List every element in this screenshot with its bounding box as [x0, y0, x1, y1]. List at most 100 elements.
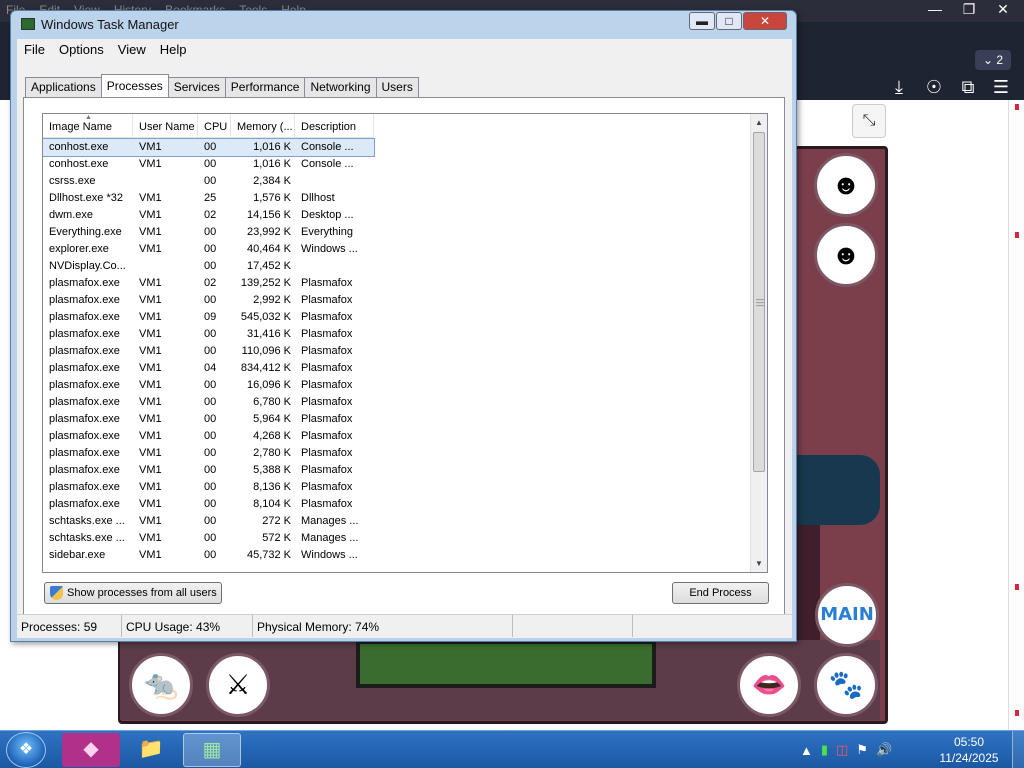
- column-header-memory[interactable]: Memory (...: [231, 114, 295, 138]
- browser-close-button[interactable]: ✕: [986, 0, 1020, 20]
- tab-services[interactable]: Services: [167, 77, 226, 97]
- browser-restore-button[interactable]: ❐: [952, 0, 986, 20]
- table-row[interactable]: plasmafox.exe VM1 02 139,252 K Plasmafox: [43, 275, 755, 292]
- network-icon[interactable]: ◫: [836, 742, 848, 758]
- table-row[interactable]: sidebar.exe VM1 00 45,732 K Windows ...: [43, 547, 755, 564]
- table-row[interactable]: conhost.exe VM1 00 1,016 K Console ...: [43, 138, 375, 157]
- process-description: Plasmafox: [301, 498, 353, 510]
- exit-fullscreen-icon[interactable]: ⤡: [852, 104, 886, 138]
- table-row[interactable]: plasmafox.exe VM1 00 2,992 K Plasmafox: [43, 292, 755, 309]
- scroll-up-arrow-icon[interactable]: ▲: [751, 114, 767, 131]
- table-row[interactable]: schtasks.exe ... VM1 00 272 K Manages ...: [43, 513, 755, 530]
- table-row[interactable]: NVDisplay.Co... 00 17,452 K: [43, 258, 755, 275]
- scroll-down-arrow-icon[interactable]: ▼: [751, 555, 767, 572]
- clock[interactable]: 05:50 11/24/2025: [934, 734, 1004, 766]
- tab-processes[interactable]: Processes: [100, 74, 169, 97]
- menu-options[interactable]: Options: [52, 39, 111, 61]
- download-icon[interactable]: ⤓: [888, 76, 910, 98]
- status-physical-memory: Physical Memory: 74%: [253, 615, 513, 637]
- table-row[interactable]: Everything.exe VM1 00 23,992 K Everything: [43, 224, 755, 241]
- table-row[interactable]: Dllhost.exe *32 VM1 25 1,576 K Dllhost: [43, 190, 755, 207]
- clock-time: 05:50: [953, 735, 985, 749]
- table-row[interactable]: csrss.exe 00 2,384 K: [43, 173, 755, 190]
- tab-list-button[interactable]: ⌄ 2: [975, 50, 1011, 70]
- close-button[interactable]: ✕: [743, 12, 787, 30]
- browser-minimize-button[interactable]: —: [918, 0, 952, 20]
- table-row[interactable]: plasmafox.exe VM1 04 834,412 K Plasmafox: [43, 360, 755, 377]
- table-row[interactable]: plasmafox.exe VM1 00 4,268 K Plasmafox: [43, 428, 755, 445]
- end-process-button[interactable]: End Process: [672, 582, 769, 604]
- extensions-icon[interactable]: ⧉: [957, 76, 979, 98]
- table-row[interactable]: plasmafox.exe VM1 00 31,416 K Plasmafox: [43, 326, 755, 343]
- process-cpu: 00: [204, 294, 217, 306]
- menu-icon[interactable]: ☰: [990, 76, 1012, 98]
- process-cpu: 00: [204, 328, 217, 340]
- explorer-folder-icon[interactable]: 📁: [122, 733, 180, 767]
- show-desktop-button[interactable]: [1012, 731, 1024, 768]
- homer-relax-icon[interactable]: ☻: [814, 223, 878, 287]
- process-description: Desktop ...: [301, 209, 354, 221]
- scroll-marker: [1015, 232, 1019, 238]
- table-row[interactable]: schtasks.exe ... VM1 00 572 K Manages ...: [43, 530, 755, 547]
- table-row[interactable]: plasmafox.exe VM1 00 6,780 K Plasmafox: [43, 394, 755, 411]
- tab-users[interactable]: Users: [375, 77, 419, 97]
- paw-icon[interactable]: 🐾: [814, 653, 878, 717]
- action-center-icon[interactable]: ⚑: [856, 742, 868, 758]
- scrollbar-thumb[interactable]: — — —: [753, 132, 765, 472]
- table-row[interactable]: dwm.exe VM1 02 14,156 K Desktop ...: [43, 207, 755, 224]
- show-hidden-icons-icon[interactable]: ▲: [800, 743, 813, 758]
- menu-help[interactable]: Help: [153, 39, 194, 61]
- process-memory: 139,252 K: [240, 277, 291, 289]
- maximize-button[interactable]: □: [716, 12, 742, 30]
- tab-performance[interactable]: Performance: [224, 77, 306, 97]
- task-manager-titlebar[interactable]: Windows Task Manager ▬ □ ✕: [11, 11, 796, 39]
- column-header-user-name[interactable]: User Name: [133, 114, 198, 138]
- table-row[interactable]: plasmafox.exe VM1 00 5,964 K Plasmafox: [43, 411, 755, 428]
- column-header-description[interactable]: Description: [295, 114, 374, 138]
- table-row[interactable]: plasmafox.exe VM1 00 5,388 K Plasmafox: [43, 462, 755, 479]
- process-cpu: 00: [204, 498, 217, 510]
- menu-view[interactable]: View: [111, 39, 153, 61]
- main-menu-button[interactable]: MAIN: [815, 583, 879, 647]
- show-all-processes-button[interactable]: Show processes from all users: [44, 582, 222, 604]
- process-cpu: 00: [204, 413, 217, 425]
- process-image-name: sidebar.exe: [49, 549, 106, 561]
- column-header-cpu[interactable]: CPU: [198, 114, 231, 138]
- task-manager-icon[interactable]: ▦: [183, 733, 241, 767]
- process-user-name: [133, 258, 198, 275]
- process-user-name: VM1: [139, 430, 162, 442]
- column-header-image-name[interactable]: ▲ Image Name: [43, 114, 133, 138]
- table-row[interactable]: conhost.exe VM1 00 1,016 K Console ...: [43, 156, 755, 173]
- process-user-name: VM1: [139, 532, 162, 544]
- table-row[interactable]: plasmafox.exe VM1 00 110,096 K Plasmafox: [43, 343, 755, 360]
- process-cpu: 02: [204, 277, 217, 289]
- homer-cheer-icon[interactable]: ☻: [814, 153, 878, 217]
- table-row[interactable]: plasmafox.exe VM1 00 16,096 K Plasmafox: [43, 377, 755, 394]
- table-row[interactable]: plasmafox.exe VM1 00 8,104 K Plasmafox: [43, 496, 755, 513]
- crossed-swords-icon[interactable]: ⚔: [206, 653, 270, 717]
- process-description: Windows ...: [301, 243, 358, 255]
- process-list[interactable]: ▲ Image Name User Name CPU Memory (... D…: [42, 113, 768, 573]
- page-scrollbar[interactable]: [1008, 100, 1024, 730]
- rat-icon[interactable]: 🐀: [129, 653, 193, 717]
- tab-applications[interactable]: Applications: [25, 77, 102, 97]
- battery-icon[interactable]: ▮: [821, 742, 828, 758]
- process-memory: 6,780 K: [253, 396, 291, 408]
- table-row[interactable]: plasmafox.exe VM1 00 2,780 K Plasmafox: [43, 445, 755, 462]
- volume-icon[interactable]: 🔊: [876, 742, 892, 758]
- process-list-scrollbar[interactable]: ▲ — — — ▼: [750, 114, 767, 572]
- table-row[interactable]: plasmafox.exe VM1 00 8,136 K Plasmafox: [43, 479, 755, 496]
- account-icon[interactable]: ☉: [923, 76, 945, 98]
- menu-file[interactable]: File: [17, 39, 52, 61]
- process-cpu: 00: [204, 345, 217, 357]
- tab-networking[interactable]: Networking: [304, 77, 377, 97]
- process-description: Plasmafox: [301, 413, 353, 425]
- minimize-button[interactable]: ▬: [689, 12, 715, 30]
- mouth-icon[interactable]: 👄: [737, 653, 801, 717]
- scroll-marker: [1015, 104, 1019, 110]
- table-row[interactable]: explorer.exe VM1 00 40,464 K Windows ...: [43, 241, 755, 258]
- process-description: Manages ...: [301, 532, 359, 544]
- start-orb-icon[interactable]: ❖: [6, 732, 46, 768]
- table-row[interactable]: plasmafox.exe VM1 09 545,032 K Plasmafox: [43, 309, 755, 326]
- plasmafox-icon[interactable]: ◆: [62, 733, 120, 767]
